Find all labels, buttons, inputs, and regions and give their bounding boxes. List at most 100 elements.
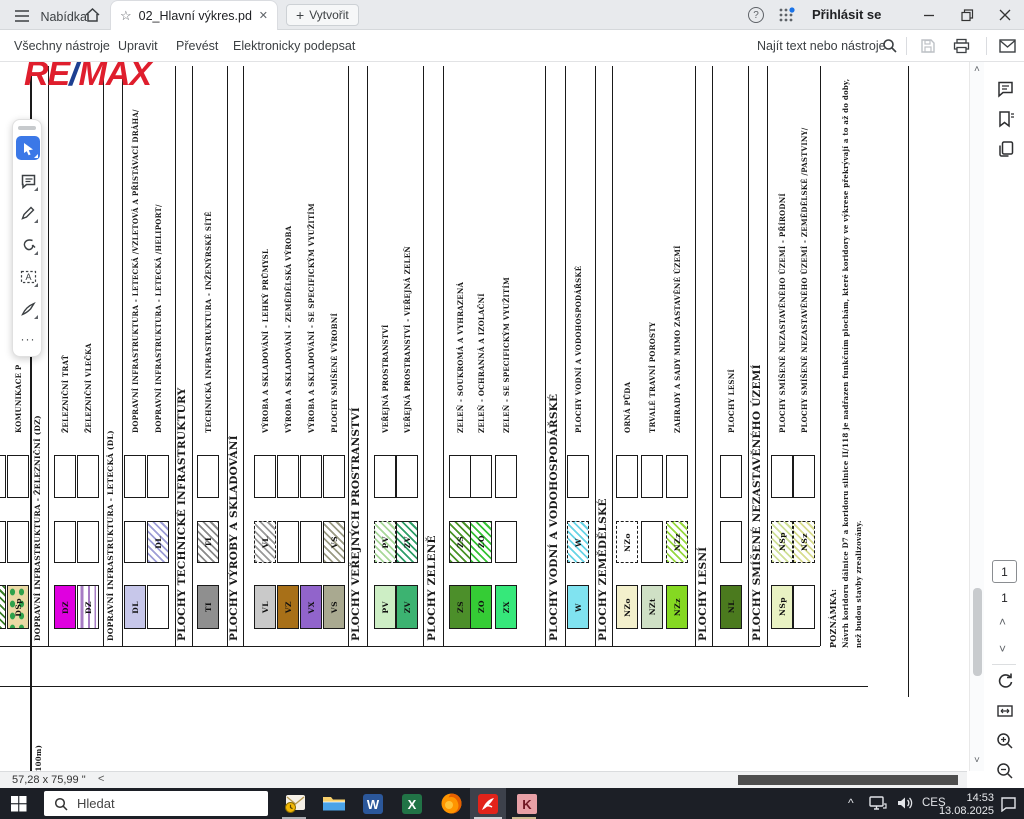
legend-divider-line: [545, 66, 546, 646]
menu-button[interactable]: Nabídka: [14, 8, 87, 26]
legend-item-label: VEŘEJNÁ PROSTRANSTVÍ - VEŘEJNÁ ZELEŇ: [404, 246, 411, 433]
pages-panel-button[interactable]: [997, 140, 1015, 163]
draw-tool-button[interactable]: [16, 201, 40, 225]
edit-text-tool-button[interactable]: A: [16, 265, 40, 289]
previous-page-button[interactable]: ˄: [999, 616, 1006, 628]
minimize-icon: [923, 9, 935, 21]
legend-code-label: NZt: [648, 598, 657, 615]
legend-code-label: PV: [381, 536, 390, 548]
fit-width-button[interactable]: [996, 702, 1014, 725]
legend-item-label: ZELEŇ - SOUKROMÁ A VYHRAZENÁ: [457, 282, 464, 433]
taskbar-k-app-button[interactable]: K: [508, 788, 546, 819]
horizontal-scroll-thumb[interactable]: [738, 775, 958, 785]
comment-tool-button[interactable]: [16, 169, 40, 193]
legend-swatch-PV: PV: [374, 521, 396, 563]
legend-divider-line: [348, 66, 349, 646]
chevron-up-icon: ˄: [974, 64, 980, 75]
next-page-button[interactable]: ˅: [999, 643, 1006, 655]
help-button[interactable]: ?: [748, 7, 764, 23]
scroll-left-button[interactable]: <: [98, 773, 104, 785]
edit-menu[interactable]: Upravit: [118, 39, 158, 53]
restore-button[interactable]: [950, 0, 984, 30]
legend-swatch: [470, 455, 492, 498]
legend-code-label: TI: [204, 602, 213, 612]
share-mail-button[interactable]: [999, 39, 1016, 58]
esign-menu[interactable]: Elektronicky podepsat: [233, 39, 355, 53]
taskbar-excel-button[interactable]: X: [393, 788, 431, 819]
page-number-input[interactable]: 1: [992, 560, 1017, 583]
search-button[interactable]: [882, 38, 897, 58]
clock-date: 13.08.2025: [936, 805, 994, 818]
fit-width-icon: [996, 702, 1014, 720]
taskbar-search-box[interactable]: Hledat: [44, 791, 268, 816]
close-tab-icon[interactable]: ✕: [259, 9, 268, 22]
save-button[interactable]: [920, 38, 936, 59]
taskbar-outlook-button[interactable]: [276, 788, 314, 819]
bookmarks-panel-button[interactable]: [997, 110, 1015, 133]
tray-clock[interactable]: 14:53 13.08.2025: [936, 792, 994, 819]
zoom-out-button[interactable]: [996, 762, 1014, 785]
legend-item-label: VÝROBA A SKLADOVÁNÍ - ZEMĚDĚLSKÁ VÝROBA: [285, 226, 292, 433]
scroll-down-button[interactable]: ˅: [974, 756, 980, 766]
legend-swatch-ZV: ZV: [396, 585, 418, 629]
vertical-scroll-thumb[interactable]: [973, 588, 982, 676]
all-tools-menu[interactable]: Všechny nástroje: [14, 39, 110, 53]
more-tools-button[interactable]: ···: [16, 327, 40, 351]
legend-swatch: [720, 455, 742, 498]
chevron-up-icon: ˄: [999, 615, 1006, 629]
legend-swatch-NL: NL: [720, 585, 742, 629]
convert-menu[interactable]: Převést: [176, 39, 218, 53]
taskbar-firefox-button[interactable]: [432, 788, 470, 819]
acrobat-icon: [477, 793, 499, 815]
rotate-page-button[interactable]: [996, 672, 1014, 695]
create-button[interactable]: + Vytvořit: [286, 4, 359, 26]
home-icon: [84, 7, 101, 23]
legend-section-title: PLOCHY LESNÍ: [698, 547, 709, 641]
find-text-button[interactable]: Najít text nebo nástroje: [757, 39, 886, 53]
scroll-up-button[interactable]: ˄: [974, 65, 980, 75]
apps-grid-button[interactable]: [778, 7, 796, 28]
legend-swatch: [300, 521, 322, 563]
start-button[interactable]: [0, 788, 38, 819]
submenu-corner-icon: [34, 219, 38, 223]
legend-swatch-VX: VX: [300, 585, 322, 629]
submenu-corner-icon: [34, 251, 38, 255]
star-icon[interactable]: ☆: [120, 8, 132, 24]
print-button[interactable]: [953, 38, 970, 59]
legend-code-label: NSp: [778, 532, 787, 551]
legend-divider-line: [48, 66, 49, 646]
excel-icon: X: [401, 793, 423, 815]
legend-code-label: NZz: [673, 598, 682, 616]
page-number-value: 1: [1001, 565, 1008, 579]
legend-divider-line: [908, 66, 909, 697]
close-window-button[interactable]: [988, 0, 1022, 30]
zoom-in-button[interactable]: [996, 732, 1014, 755]
taskbar-explorer-button[interactable]: [315, 788, 353, 819]
tray-expand-button[interactable]: ^: [848, 796, 854, 810]
taskbar-acrobat-button[interactable]: [470, 788, 506, 819]
legend-swatch-NSp: NSp: [771, 521, 793, 563]
tray-volume-button[interactable]: [896, 795, 914, 816]
tray-notifications-button[interactable]: [1000, 796, 1017, 817]
sign-in-button[interactable]: Přihlásit se: [812, 7, 881, 22]
fill-sign-tool-button[interactable]: [16, 297, 40, 321]
lasso-tool-button[interactable]: [16, 233, 40, 257]
drag-handle[interactable]: [18, 126, 36, 130]
legend-code-label: DZ: [84, 601, 93, 614]
taskbar-word-button[interactable]: W: [354, 788, 392, 819]
pages-icon: [997, 140, 1015, 158]
document-tab[interactable]: ☆ 02_Hlavní výkres.pdf ✕: [110, 0, 278, 30]
comments-panel-button[interactable]: [996, 80, 1015, 103]
minimize-button[interactable]: [912, 0, 946, 30]
legend-item-label: PLOCHY LESNÍ: [728, 369, 735, 433]
vertical-scrollbar[interactable]: ˄ ˅: [969, 62, 984, 771]
legend-swatch: [771, 455, 793, 498]
select-tool-button[interactable]: [16, 136, 40, 160]
home-button[interactable]: [84, 7, 101, 28]
legend-divider-line: [595, 66, 596, 646]
tray-network-button[interactable]: [869, 795, 887, 816]
legend-section-title: PLOCHY VEŘEJNÝCH PROSTRANSTVÍ: [351, 407, 362, 641]
legend-code-label: NSz: [800, 533, 809, 551]
legend-code-label: ZV: [403, 536, 412, 548]
legend-note-line1: Návrh koridoru dálnice D7 a koridoru sil…: [842, 79, 849, 648]
